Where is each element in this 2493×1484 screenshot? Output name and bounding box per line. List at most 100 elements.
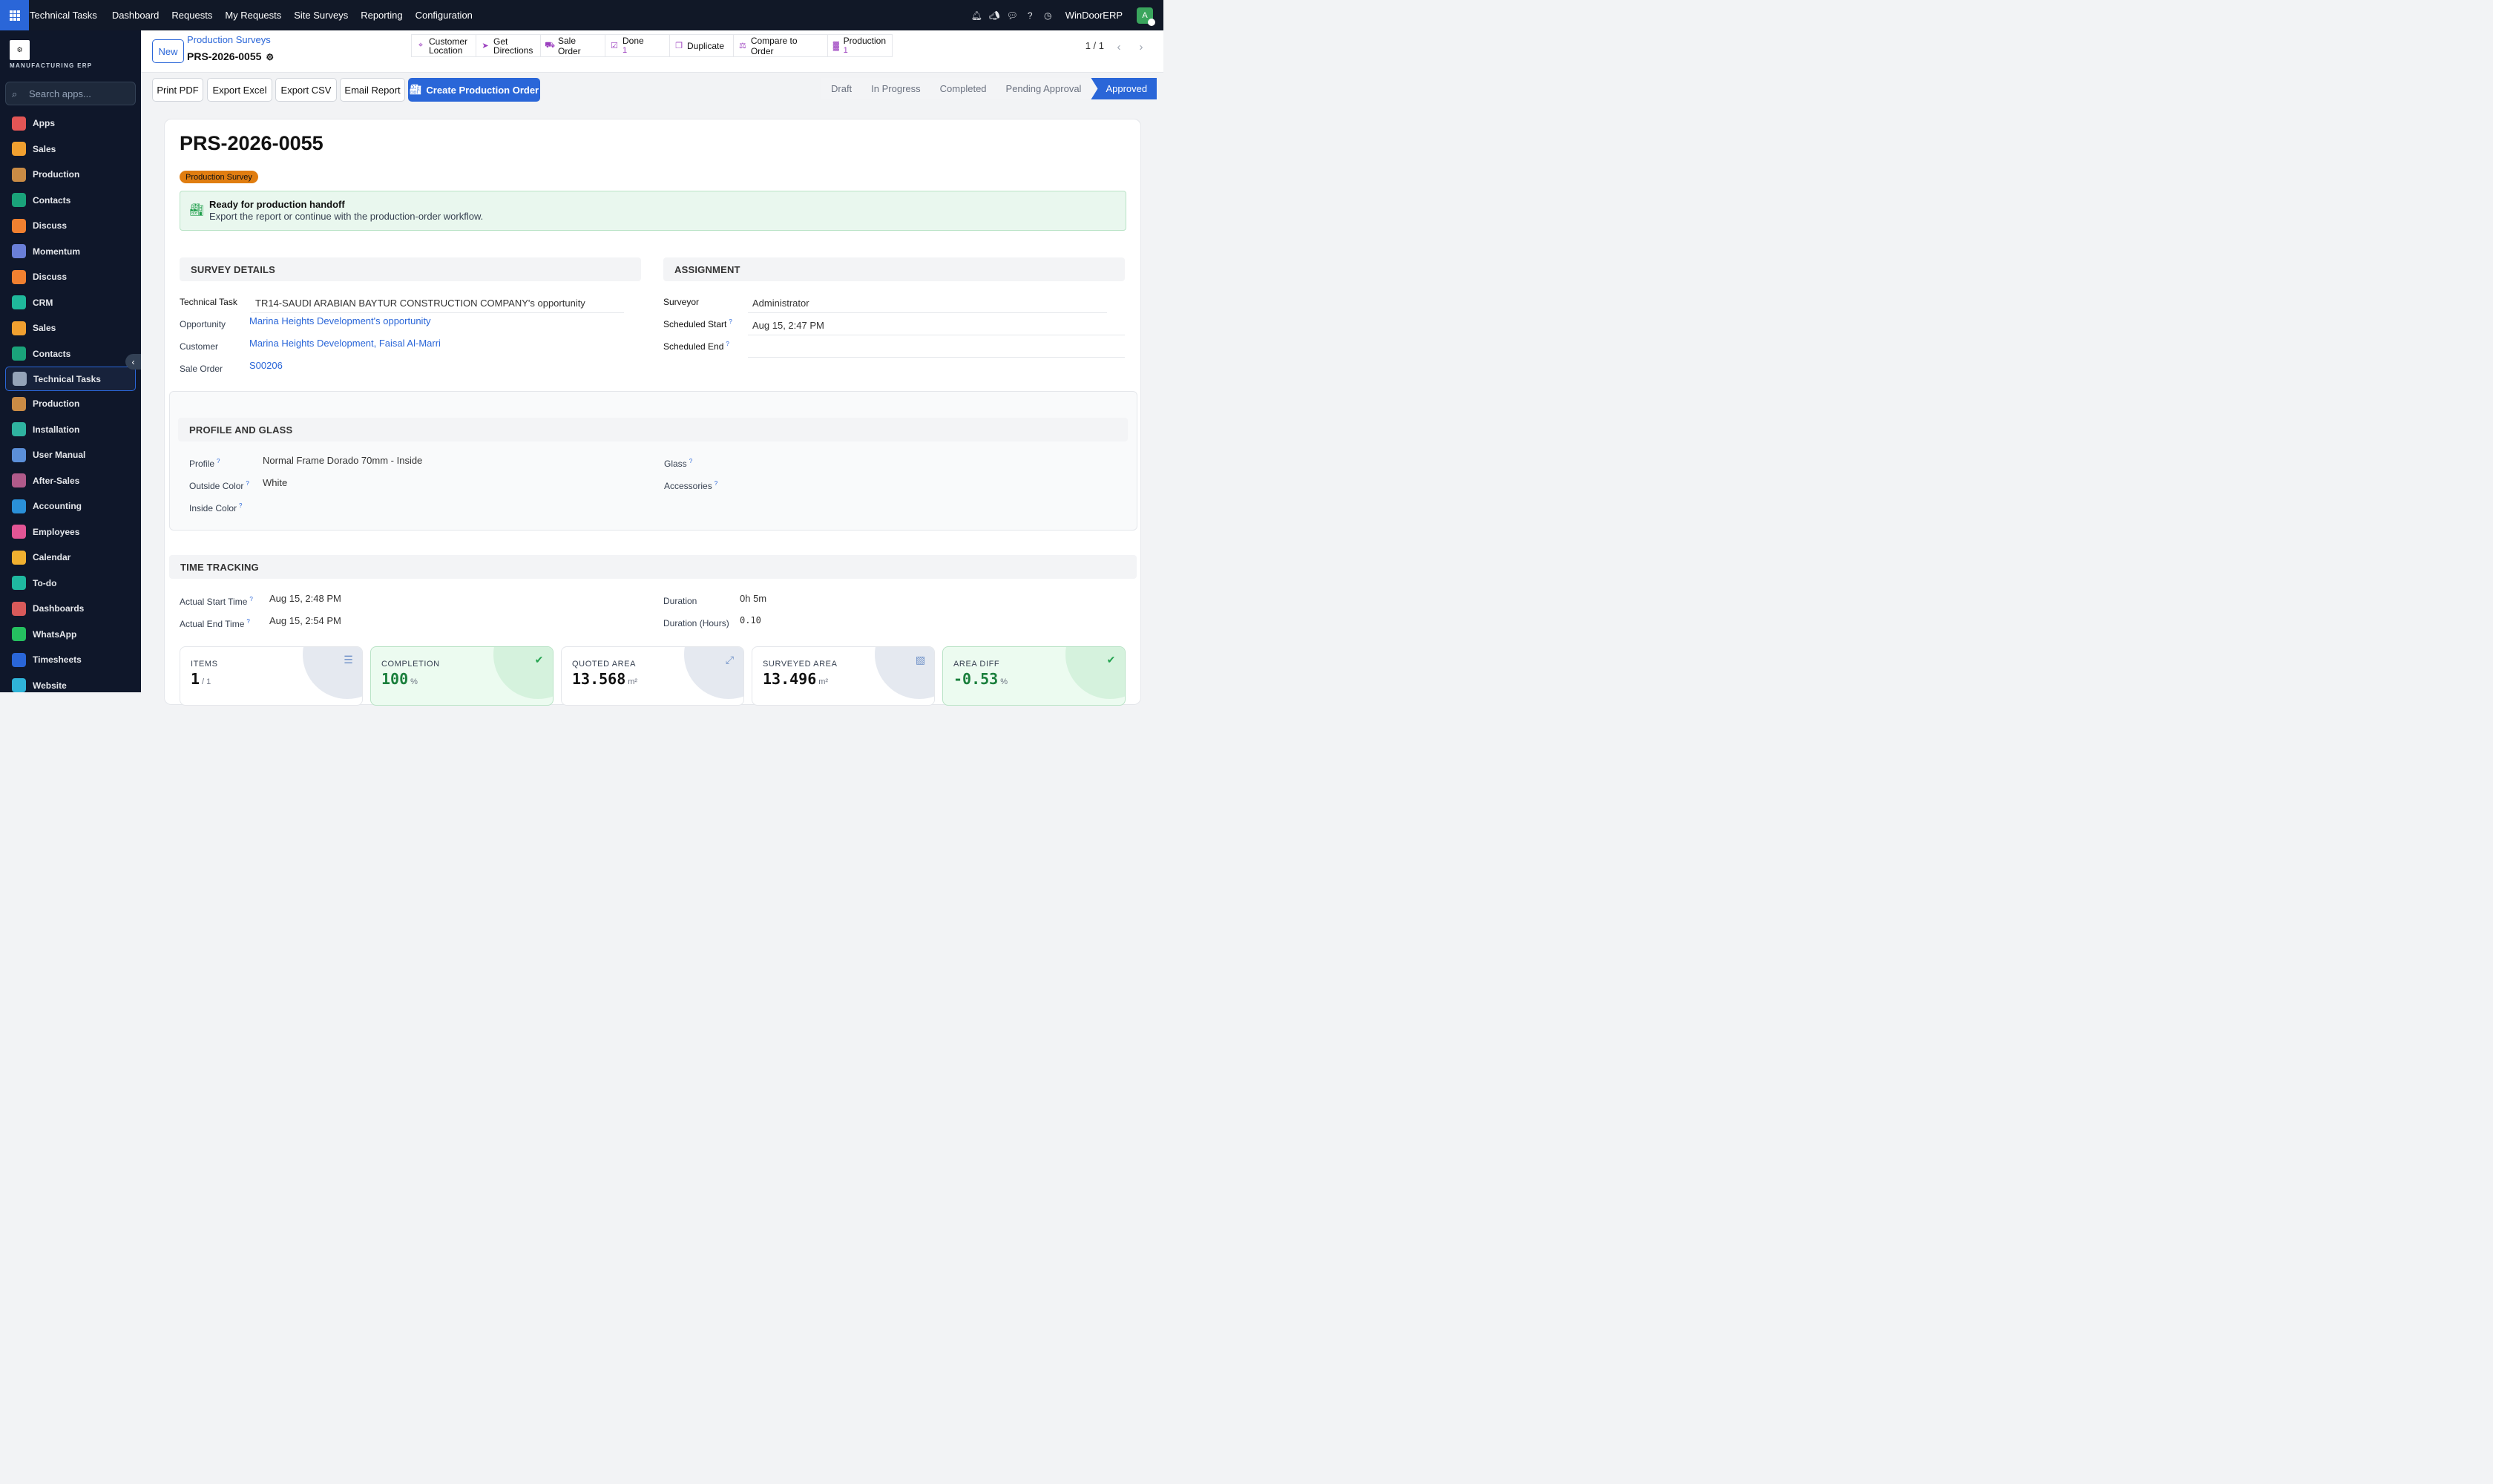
nav-menu-reporting[interactable]: Reporting [361, 10, 402, 21]
cart-icon: ⛟ [545, 40, 555, 50]
smart-buttons: ⌖ Customer Location ➤ Get Directions ⛟ Sale Ord… [411, 34, 893, 57]
status-draft[interactable]: Draft [821, 78, 861, 99]
sidebar-item-whatsapp[interactable]: WhatsApp [0, 622, 141, 648]
pager-next-button[interactable]: › [1132, 38, 1150, 56]
sidebar-item-sales[interactable]: Sales [0, 137, 141, 162]
smart-button-done[interactable]: ☑ Done 1 [605, 34, 669, 57]
smart-button-get[interactable]: ➤ Get Directions [476, 34, 540, 57]
app-search-input[interactable]: ⌕ Search apps... [5, 82, 136, 105]
todo-icon [12, 576, 26, 591]
technical-task-field[interactable]: TR14-SAUDI ARABIAN BAYTUR CONSTRUCTION C… [255, 298, 585, 309]
chat-icon[interactable]: 💬︎ [1007, 10, 1018, 21]
help-icon[interactable]: ? [729, 318, 732, 325]
sidebar-item-website[interactable]: Website [0, 673, 141, 692]
sidebar-item-crm[interactable]: CRM [0, 290, 141, 316]
export-csv-button[interactable]: Export CSV [275, 78, 337, 102]
help-icon[interactable]: ? [217, 458, 220, 464]
breadcrumb-parent[interactable]: Production Surveys [187, 34, 271, 45]
smart-button-label: Production 1 [844, 36, 886, 55]
nav-menu-my-requests[interactable]: My Requests [225, 10, 281, 21]
sidebar-item-label: Production [33, 398, 80, 410]
help-icon[interactable]: ? [689, 458, 692, 464]
sidebar-item-user-manual[interactable]: User Manual [0, 442, 141, 468]
sidebar-item-installation[interactable]: Installation [0, 417, 141, 443]
search-placeholder: Search apps... [29, 88, 91, 99]
export-excel-button[interactable]: Export Excel [207, 78, 272, 102]
help-icon[interactable]: ? [715, 480, 717, 487]
kpi-value-block: 13.568 m² [572, 670, 637, 688]
sidebar-item-calendar[interactable]: Calendar [0, 545, 141, 571]
sidebar-item-momentum[interactable]: Momentum [0, 239, 141, 265]
sidebar-item-production[interactable]: Production [0, 162, 141, 188]
profile-field[interactable]: Normal Frame Dorado 70mm - Inside [263, 455, 422, 466]
sidebar-item-discuss[interactable]: Discuss [0, 264, 141, 290]
smart-button-production[interactable]: ▓ Production 1 [827, 34, 893, 57]
sidebar-item-timesheets[interactable]: Timesheets [0, 647, 141, 673]
help-icon[interactable]: ? [246, 618, 249, 625]
duration-field: 0h 5m [740, 593, 767, 604]
surveyor-field[interactable]: Administrator [752, 298, 809, 309]
smart-button-duplicate[interactable]: ❐ Duplicate [669, 34, 733, 57]
smart-button-sale-order[interactable]: ⛟ Sale Order [540, 34, 605, 57]
nav-menu-site-surveys[interactable]: Site Surveys [294, 10, 348, 21]
user-avatar[interactable]: A [1137, 7, 1155, 26]
factory-icon: 🏭︎ [189, 204, 205, 217]
clock-icon[interactable]: ◷ [1043, 10, 1053, 21]
bell-icon[interactable]: 🔔︎ [971, 10, 982, 21]
pager-value[interactable]: 1 / 1 [1085, 40, 1104, 51]
actual-start-field[interactable]: Aug 15, 2:48 PM [269, 593, 341, 604]
create-production-order-button[interactable]: 🏭︎ Create Production Order [408, 78, 540, 102]
app-switcher-button[interactable] [0, 0, 29, 30]
nav-systray: 🔔︎ 📣︎ 💬︎ ? ◷ WinDoorERP A [971, 0, 1155, 30]
help-icon[interactable]: ? [249, 596, 252, 603]
email-report-button[interactable]: Email Report [340, 78, 405, 102]
collapse-sidebar-button[interactable]: ‹ [125, 354, 141, 370]
sidebar-item-apps[interactable]: Apps [0, 111, 141, 137]
megaphone-icon[interactable]: 📣︎ [989, 10, 1000, 21]
nav-brand[interactable]: Technical Tasks [30, 10, 97, 21]
help-icon[interactable]: ? [239, 502, 242, 509]
new-button[interactable]: New [152, 39, 184, 63]
help-icon[interactable]: ? [726, 341, 729, 347]
contacts-icon [12, 193, 26, 208]
pager-previous-button[interactable]: ‹ [1110, 38, 1128, 56]
sidebar-item-production[interactable]: Production [0, 391, 141, 417]
help-icon[interactable]: ? [1025, 10, 1035, 21]
sidebar-item-discuss[interactable]: Discuss [0, 213, 141, 239]
company-switcher[interactable]: WinDoorERP [1065, 10, 1123, 21]
nav-menu-configuration[interactable]: Configuration [416, 10, 473, 21]
user-manual-icon [12, 447, 26, 462]
sidebar-item-sales[interactable]: Sales [0, 315, 141, 341]
sidebar-item-accounting[interactable]: Accounting [0, 493, 141, 519]
customer-link[interactable]: Marina Heights Development, Faisal Al-Ma… [249, 338, 441, 349]
sidebar-item-technical-tasks[interactable]: Technical Tasks [5, 367, 136, 391]
installation-icon [12, 422, 26, 437]
print-pdf-button[interactable]: Print PDF [152, 78, 203, 102]
status-in-progress[interactable]: In Progress [861, 78, 930, 99]
smart-button-compare-to-order[interactable]: ⚖ Compare to Order [733, 34, 827, 57]
sidebar-item-contacts[interactable]: Contacts [0, 188, 141, 214]
sidebar-item-employees[interactable]: Employees [0, 519, 141, 545]
create-production-order-label: Create Production Order [426, 84, 539, 96]
expand-icon: ⤢ [725, 654, 735, 666]
status-completed[interactable]: Completed [930, 78, 996, 99]
sale-order-link[interactable]: S00206 [249, 360, 283, 371]
gear-icon[interactable]: ⚙ [266, 52, 274, 62]
sidebar-item-contacts[interactable]: Contacts [0, 341, 141, 367]
sidebar-item-after-sales[interactable]: After-Sales [0, 468, 141, 494]
scheduled-end-label-text: Scheduled End [663, 341, 724, 352]
outside-color-field[interactable]: White [263, 477, 287, 488]
opportunity-link[interactable]: Marina Heights Development's opportunity [249, 315, 431, 326]
sidebar-item-dashboards[interactable]: Dashboards [0, 596, 141, 622]
sidebar-item-label: Calendar [33, 552, 71, 563]
sidebar-item-to-do[interactable]: To-do [0, 571, 141, 597]
status-approved[interactable]: Approved [1091, 78, 1157, 99]
scheduled-start-field[interactable]: Aug 15, 2:47 PM [752, 320, 824, 331]
smart-button-customer[interactable]: ⌖ Customer Location [411, 34, 476, 57]
status-pending-approval[interactable]: Pending Approval [996, 78, 1091, 99]
nav-menu-dashboard[interactable]: Dashboard [112, 10, 160, 21]
actual-end-field[interactable]: Aug 15, 2:54 PM [269, 615, 341, 626]
help-icon[interactable]: ? [246, 480, 249, 487]
kpi-label: ITEMS [191, 660, 218, 669]
nav-menu-requests[interactable]: Requests [171, 10, 212, 21]
